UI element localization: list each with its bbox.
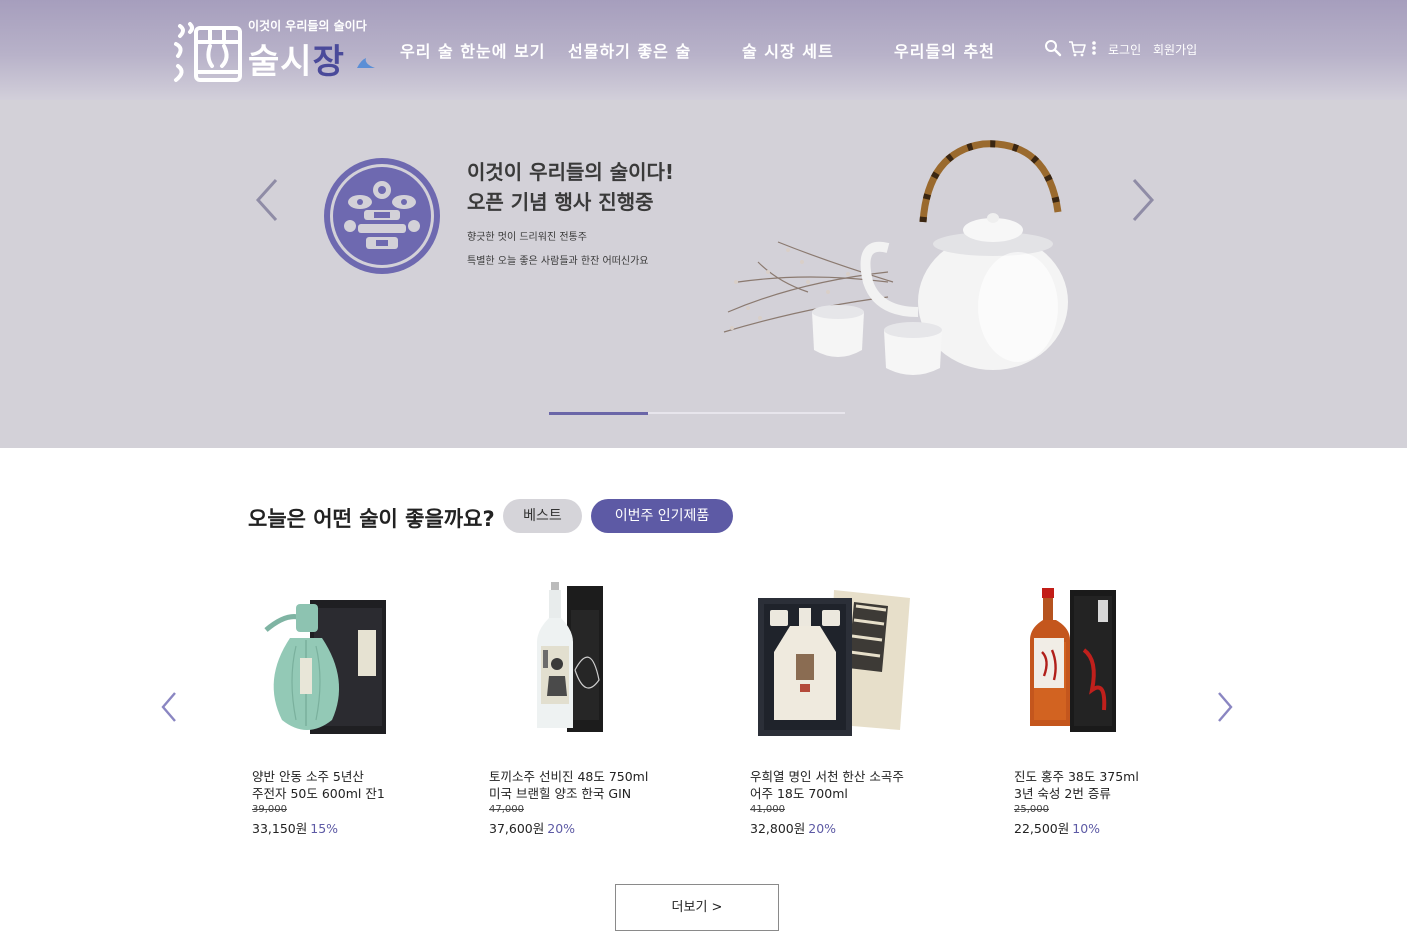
product-original-price: 41,000 [750,804,785,815]
product-discount: 20% [547,821,576,836]
logo-tagline: 이것이 우리들의 술이다 [248,19,367,33]
nav-item-sets[interactable]: 술 시장 세트 [742,38,834,62]
product-original-price: 39,000 [252,804,287,815]
product-name-line2: 3년 숙성 2번 증류 [1014,786,1111,801]
hero-title-line1: 이것이 우리들의 술이다! [467,160,675,184]
hero-progress-fill [549,412,648,415]
water-drop-icon [357,58,375,68]
hero-next-arrow-icon[interactable] [1128,176,1158,224]
product-sale-price: 37,600원 [489,821,545,836]
product-image-celadon-bottle [264,600,386,734]
product-discount: 15% [310,821,339,836]
logo-glyph-icon [174,22,242,82]
nav-item-recommend[interactable]: 우리들의 추천 [894,38,995,62]
product-name-line1: 토끼소주 선비진 48도 750ml [489,769,649,784]
hero-title-line2: 오픈 기념 행사 진행중 [467,190,654,214]
tab-best[interactable]: 베스트 [503,499,582,533]
section-title: 오늘은 어떤 술이 좋을까요? [248,507,495,531]
search-icon[interactable] [1044,38,1062,58]
logo-wordmark: 술시장 [248,34,345,83]
nav-item-overview[interactable]: 우리 술 한눈에 보기 [400,38,545,62]
hero-subtitle-line2: 특별한 오늘 좋은 사람들과 한잔 어떠신가요 [467,256,649,267]
product-name-line1: 우희열 명인 서천 한산 소곡주 [750,769,904,784]
login-link[interactable]: 로그인 [1108,41,1141,58]
hero-progress-track [549,412,845,415]
product-sale-price: 22,500원 [1014,821,1070,836]
teapot-still-life-image [723,140,1068,375]
site-header: 이것이 우리들의 술이다 술시장 우리 술 한눈에 보기 선물하기 좋은 술 술… [0,0,1407,100]
hero-title: 이것이 우리들의 술이다! 오픈 기념 행사 진행중 [467,157,674,217]
signup-link[interactable]: 회원가입 [1153,41,1197,58]
logo-wordmark-part1: 술시 [248,42,313,82]
logo-wordmark-part2: 장 [312,42,345,82]
product-discount: 10% [1072,821,1101,836]
product-original-price: 25,000 [1014,804,1049,815]
product-name-line2: 미국 브랜힐 양조 한국 GIN [489,786,632,801]
hero-emblem-icon [324,158,440,274]
hero-banner: 이것이 우리들의 술이다! 오픈 기념 행사 진행중 향긋한 멋이 드리워진 전… [0,100,1407,448]
product-sale-price: 33,150원 [252,821,308,836]
site-logo[interactable]: 이것이 우리들의 술이다 술시장 [172,14,382,86]
product-sale-price: 32,800원 [750,821,806,836]
product-name: 토끼소주 선비진 48도 750ml 미국 브랜힐 양조 한국 GIN [489,768,648,802]
product-image-gift-set [758,590,910,736]
hero-subtitle-line1: 향긋한 멋이 드리워진 전통주 [467,232,587,243]
more-vertical-icon[interactable] [1090,38,1098,58]
product-name-line1: 양반 안동 소주 5년산 [252,769,364,784]
cart-icon[interactable] [1068,38,1086,58]
tab-weekly-popular[interactable]: 이번주 인기제품 [591,499,733,533]
products-next-arrow-icon[interactable] [1214,690,1236,724]
product-original-price: 47,000 [489,804,524,815]
nav-item-gifts[interactable]: 선물하기 좋은 술 [568,38,691,62]
product-price: 33,150원 15% [252,818,338,837]
more-button[interactable]: 더보기 > [615,884,779,931]
product-discount: 20% [808,821,837,836]
product-name: 양반 안동 소주 5년산 주전자 50도 600ml 잔1 [252,768,385,802]
product-image-gin-bottle [537,582,603,732]
hero-prev-arrow-icon[interactable] [252,176,282,224]
product-price: 37,600원 20% [489,818,575,837]
product-name: 우희열 명인 서천 한산 소곡주 어주 18도 700ml [750,768,904,802]
product-name-line2: 주전자 50도 600ml 잔1 [252,786,385,801]
product-name-line2: 어주 18도 700ml [750,786,848,801]
product-price: 22,500원 10% [1014,818,1100,837]
product-price: 32,800원 20% [750,818,836,837]
product-name-line1: 진도 홍주 38도 375ml [1014,769,1139,784]
product-image-hongju-bottle [1030,588,1116,732]
product-name: 진도 홍주 38도 375ml 3년 숙성 2번 증류 [1014,768,1139,802]
products-prev-arrow-icon[interactable] [158,690,180,724]
